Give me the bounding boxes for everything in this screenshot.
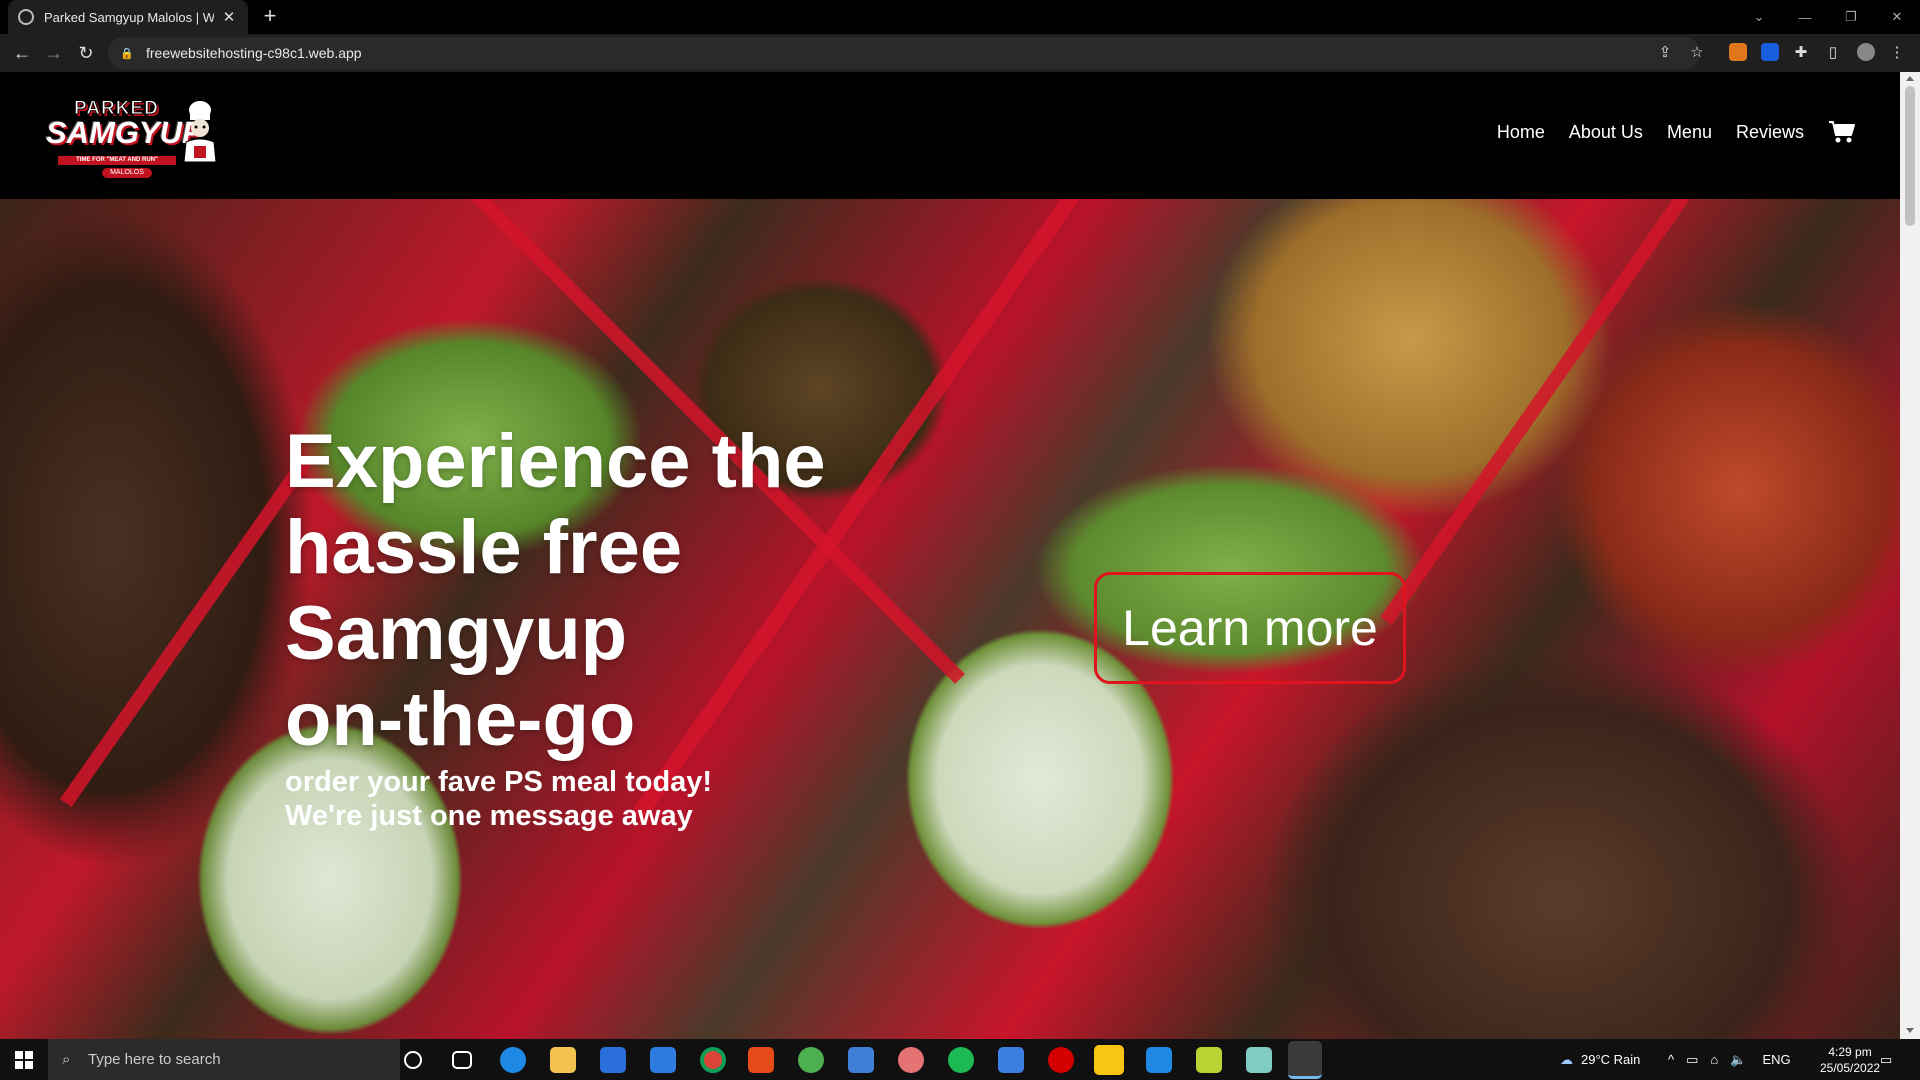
forward-icon[interactable]: → xyxy=(42,41,66,65)
hero-section: Experience the hassle free Samgyup on-th… xyxy=(0,199,1900,1039)
subline-line: We're just one message away xyxy=(285,800,693,832)
headline-line: Samgyup xyxy=(285,591,628,676)
app-icon[interactable] xyxy=(998,1047,1024,1073)
clock[interactable]: 4:29 pm 25/05/2022 xyxy=(1820,1039,1880,1080)
reload-icon[interactable]: ↻ xyxy=(74,41,98,65)
opera-icon[interactable] xyxy=(1048,1047,1074,1073)
clock-time: 4:29 pm xyxy=(1828,1044,1872,1059)
scrollbar-thumb[interactable] xyxy=(1905,86,1915,226)
nav-home[interactable]: Home xyxy=(1497,122,1545,143)
tray-edge xyxy=(1380,199,1690,625)
site-header: PARKED SAMGYUP TIME FOR "MEAT AND RUN" M… xyxy=(0,72,1900,199)
globe-icon xyxy=(18,9,34,25)
lock-icon: 🔒 xyxy=(120,47,134,60)
app-icon[interactable] xyxy=(898,1047,924,1073)
spotify-icon[interactable] xyxy=(948,1047,974,1073)
task-view-icon[interactable] xyxy=(452,1051,472,1069)
battery-icon[interactable]: ▭ xyxy=(1686,1052,1698,1068)
cloud-rain-icon: ☁ xyxy=(1560,1051,1573,1067)
windows-taskbar: ⌕ Type here to search ☁ 29°C Rain ^ ▭ ⌂ … xyxy=(0,1039,1920,1080)
hero-headline: Experience the hassle free Samgyup on-th… xyxy=(285,419,905,763)
nav-menu[interactable]: Menu xyxy=(1667,122,1712,143)
browser-tab-bar: Parked Samgyup Malolos | Webs ✕ + ⌄ — ❐ … xyxy=(0,0,1920,34)
page-scrollbar[interactable] xyxy=(1900,72,1920,1039)
close-window-button[interactable]: ✕ xyxy=(1874,0,1920,34)
weather-text: 29°C Rain xyxy=(1581,1052,1641,1067)
search-placeholder: Type here to search xyxy=(88,1051,221,1068)
browser-tab[interactable]: Parked Samgyup Malolos | Webs ✕ xyxy=(8,0,248,34)
edge-browser-icon[interactable] xyxy=(500,1047,526,1073)
extensions-puzzle-icon[interactable]: ✚ xyxy=(1790,42,1812,64)
subline-line: order your fave PS meal today! xyxy=(285,766,713,798)
logo-city: MALOLOS xyxy=(102,168,152,178)
metamask-extension-icon[interactable] xyxy=(1729,43,1747,61)
taskbar-search[interactable]: ⌕ Type here to search xyxy=(48,1039,400,1080)
chef-mascot-icon xyxy=(183,101,217,163)
back-icon[interactable]: ← xyxy=(10,41,34,65)
chrome-menu-icon[interactable]: ⋮ xyxy=(1886,42,1908,64)
search-icon: ⌕ xyxy=(62,1051,71,1068)
headline-line: Experience the xyxy=(285,419,826,504)
bitwarden-extension-icon[interactable] xyxy=(1761,43,1779,61)
side-panel-icon[interactable]: ▯ xyxy=(1822,42,1844,64)
site-logo[interactable]: PARKED SAMGYUP TIME FOR "MEAT AND RUN" M… xyxy=(44,90,224,185)
url-text: freewebsitehosting-c98c1.web.app xyxy=(146,45,362,61)
microsoft-store-icon[interactable] xyxy=(600,1047,626,1073)
learn-more-button[interactable]: Learn more xyxy=(1094,572,1406,684)
logo-tagline: TIME FOR "MEAT AND RUN" xyxy=(58,156,176,165)
weather-widget[interactable]: ☁ 29°C Rain xyxy=(1560,1039,1640,1080)
chrome-icon[interactable] xyxy=(700,1047,726,1073)
app-icon[interactable] xyxy=(848,1047,874,1073)
telegram-icon[interactable] xyxy=(798,1047,824,1073)
file-explorer-icon[interactable] xyxy=(550,1047,576,1073)
address-bar[interactable]: 🔒 freewebsitehosting-c98c1.web.app xyxy=(108,37,1700,69)
shopping-cart-icon[interactable] xyxy=(1828,120,1856,144)
main-nav: Home About Us Menu Reviews xyxy=(1473,120,1856,144)
restore-button[interactable]: ❐ xyxy=(1828,0,1874,34)
hero-subline: order your fave PS meal today! We're jus… xyxy=(285,765,905,833)
vscode-icon[interactable] xyxy=(1146,1047,1172,1073)
active-app-icon[interactable] xyxy=(1288,1041,1322,1079)
windows-logo-icon xyxy=(15,1050,33,1069)
close-tab-icon[interactable]: ✕ xyxy=(220,8,238,26)
tray-edge xyxy=(60,454,313,808)
headline-line: on-the-go xyxy=(285,677,636,762)
share-icon[interactable]: ⇪ xyxy=(1654,42,1676,64)
volume-icon[interactable]: 🔈 xyxy=(1730,1052,1746,1068)
scroll-down-icon[interactable] xyxy=(1906,1028,1914,1033)
minimize-button[interactable]: — xyxy=(1782,0,1828,34)
bookmark-star-icon[interactable]: ☆ xyxy=(1686,42,1708,64)
nav-about-us[interactable]: About Us xyxy=(1569,122,1643,143)
headline-line: hassle free xyxy=(285,505,683,590)
tab-search-icon[interactable]: ⌄ xyxy=(1736,0,1782,34)
cortana-icon[interactable] xyxy=(404,1051,422,1069)
browser-toolbar: ← → ↻ 🔒 freewebsitehosting-c98c1.web.app… xyxy=(0,34,1920,72)
clock-date: 25/05/2022 xyxy=(1820,1060,1881,1075)
tab-title: Parked Samgyup Malolos | Webs xyxy=(44,9,214,25)
scroll-up-icon[interactable] xyxy=(1906,76,1914,81)
network-icon[interactable]: ⌂ xyxy=(1710,1052,1718,1067)
new-tab-button[interactable]: + xyxy=(258,4,282,28)
notifications-icon[interactable]: ▭ xyxy=(1880,1039,1892,1080)
profile-avatar[interactable] xyxy=(1857,43,1875,61)
tray-icons: ^ ▭ ⌂ 🔈 ENG xyxy=(1668,1039,1791,1080)
windows-start-button[interactable] xyxy=(0,1039,48,1080)
app-icon[interactable] xyxy=(1246,1047,1272,1073)
language-indicator[interactable]: ENG xyxy=(1762,1052,1790,1067)
web-page: PARKED SAMGYUP TIME FOR "MEAT AND RUN" M… xyxy=(0,72,1900,1039)
chevron-up-icon[interactable]: ^ xyxy=(1668,1052,1674,1067)
sticky-notes-icon[interactable] xyxy=(1094,1045,1124,1075)
office-icon[interactable] xyxy=(748,1047,774,1073)
nav-reviews[interactable]: Reviews xyxy=(1736,122,1804,143)
mail-icon[interactable] xyxy=(650,1047,676,1073)
pycharm-icon[interactable] xyxy=(1196,1047,1222,1073)
